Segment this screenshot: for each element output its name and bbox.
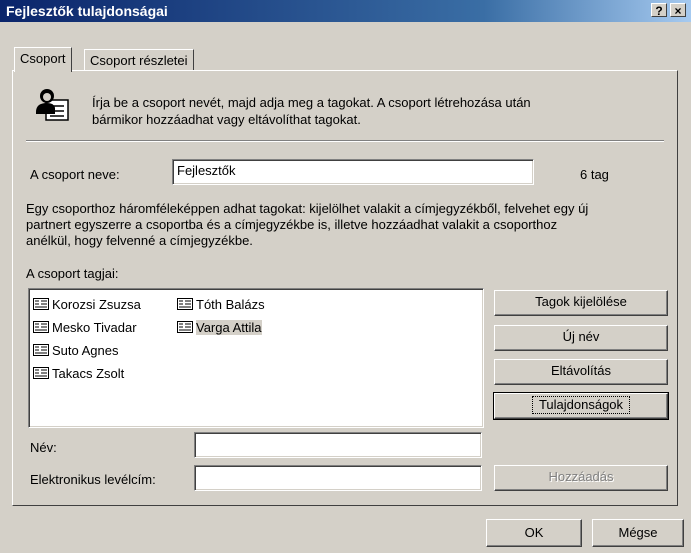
- tab-csoport[interactable]: Csoport: [14, 47, 72, 72]
- properties-button[interactable]: Tulajdonságok: [493, 392, 669, 420]
- contact-card-icon: [33, 321, 49, 333]
- contact-card-icon: [33, 367, 49, 379]
- tab-csoport-label: Csoport: [20, 51, 66, 66]
- contact-card-icon: [33, 344, 49, 356]
- members-list[interactable]: Korozsi Zsuzsa Mesko Tivadar Suto Agnes …: [28, 288, 484, 428]
- member-name: Tóth Balázs: [196, 296, 265, 312]
- members-label: A csoport tagjai:: [26, 266, 119, 281]
- name-input[interactable]: [194, 432, 482, 458]
- contact-card-icon: [177, 298, 193, 310]
- member-name: Takacs Zsolt: [52, 365, 125, 381]
- people-address-book-icon: [34, 86, 72, 122]
- description-line2: partnert egyszerre a csoportba és a címj…: [26, 217, 558, 232]
- properties-button-label: Tulajdonságok: [531, 396, 631, 414]
- tab-csoport-reszletei[interactable]: Csoport részletei: [84, 49, 194, 71]
- close-button[interactable]: ×: [670, 3, 686, 18]
- tab-csoport-reszletei-label: Csoport részletei: [90, 53, 188, 68]
- email-label: Elektronikus levélcím:: [30, 472, 156, 487]
- description-line1: Egy csoporthoz háromféleképpen adhat tag…: [26, 201, 589, 216]
- member-count: 6 tag: [580, 167, 609, 182]
- list-item[interactable]: Tóth Balázs: [177, 295, 265, 313]
- list-item[interactable]: Mesko Tivadar: [33, 318, 137, 336]
- list-item[interactable]: Korozsi Zsuzsa: [33, 295, 141, 313]
- group-name-label: A csoport neve:: [30, 167, 120, 182]
- member-name: Suto Agnes: [52, 342, 119, 358]
- info-text-line1: Írja be a csoport nevét, majd adja meg a…: [92, 95, 531, 110]
- name-label: Név:: [30, 440, 57, 455]
- info-text-line2: bármikor hozzáadhat vagy eltávolíthat ta…: [92, 112, 361, 127]
- group-name-input[interactable]: Fejlesztők: [172, 159, 534, 185]
- new-name-button[interactable]: Új név: [494, 325, 668, 351]
- member-name: Mesko Tivadar: [52, 319, 137, 335]
- add-button[interactable]: Hozzáadás: [494, 465, 668, 491]
- help-button[interactable]: ?: [651, 3, 667, 18]
- member-name: Varga Attila: [196, 319, 262, 335]
- description-line3: anélkül, hogy felvenné a címjegyzékbe.: [26, 233, 253, 248]
- remove-button[interactable]: Eltávolítás: [494, 359, 668, 385]
- member-name: Korozsi Zsuzsa: [52, 296, 141, 312]
- list-item[interactable]: Suto Agnes: [33, 341, 119, 359]
- ok-button[interactable]: OK: [486, 519, 582, 547]
- select-members-button[interactable]: Tagok kijelölése: [494, 290, 668, 316]
- contact-card-icon: [177, 321, 193, 333]
- list-item-selected[interactable]: Varga Attila: [177, 318, 262, 336]
- email-input[interactable]: [194, 465, 482, 491]
- contact-card-icon: [33, 298, 49, 310]
- list-item[interactable]: Takacs Zsolt: [33, 364, 124, 382]
- cancel-button[interactable]: Mégse: [592, 519, 684, 547]
- title-bar: Fejlesztők tulajdonságai ? ×: [0, 0, 691, 22]
- window-title: Fejlesztők tulajdonságai: [6, 3, 168, 19]
- separator: [26, 140, 664, 142]
